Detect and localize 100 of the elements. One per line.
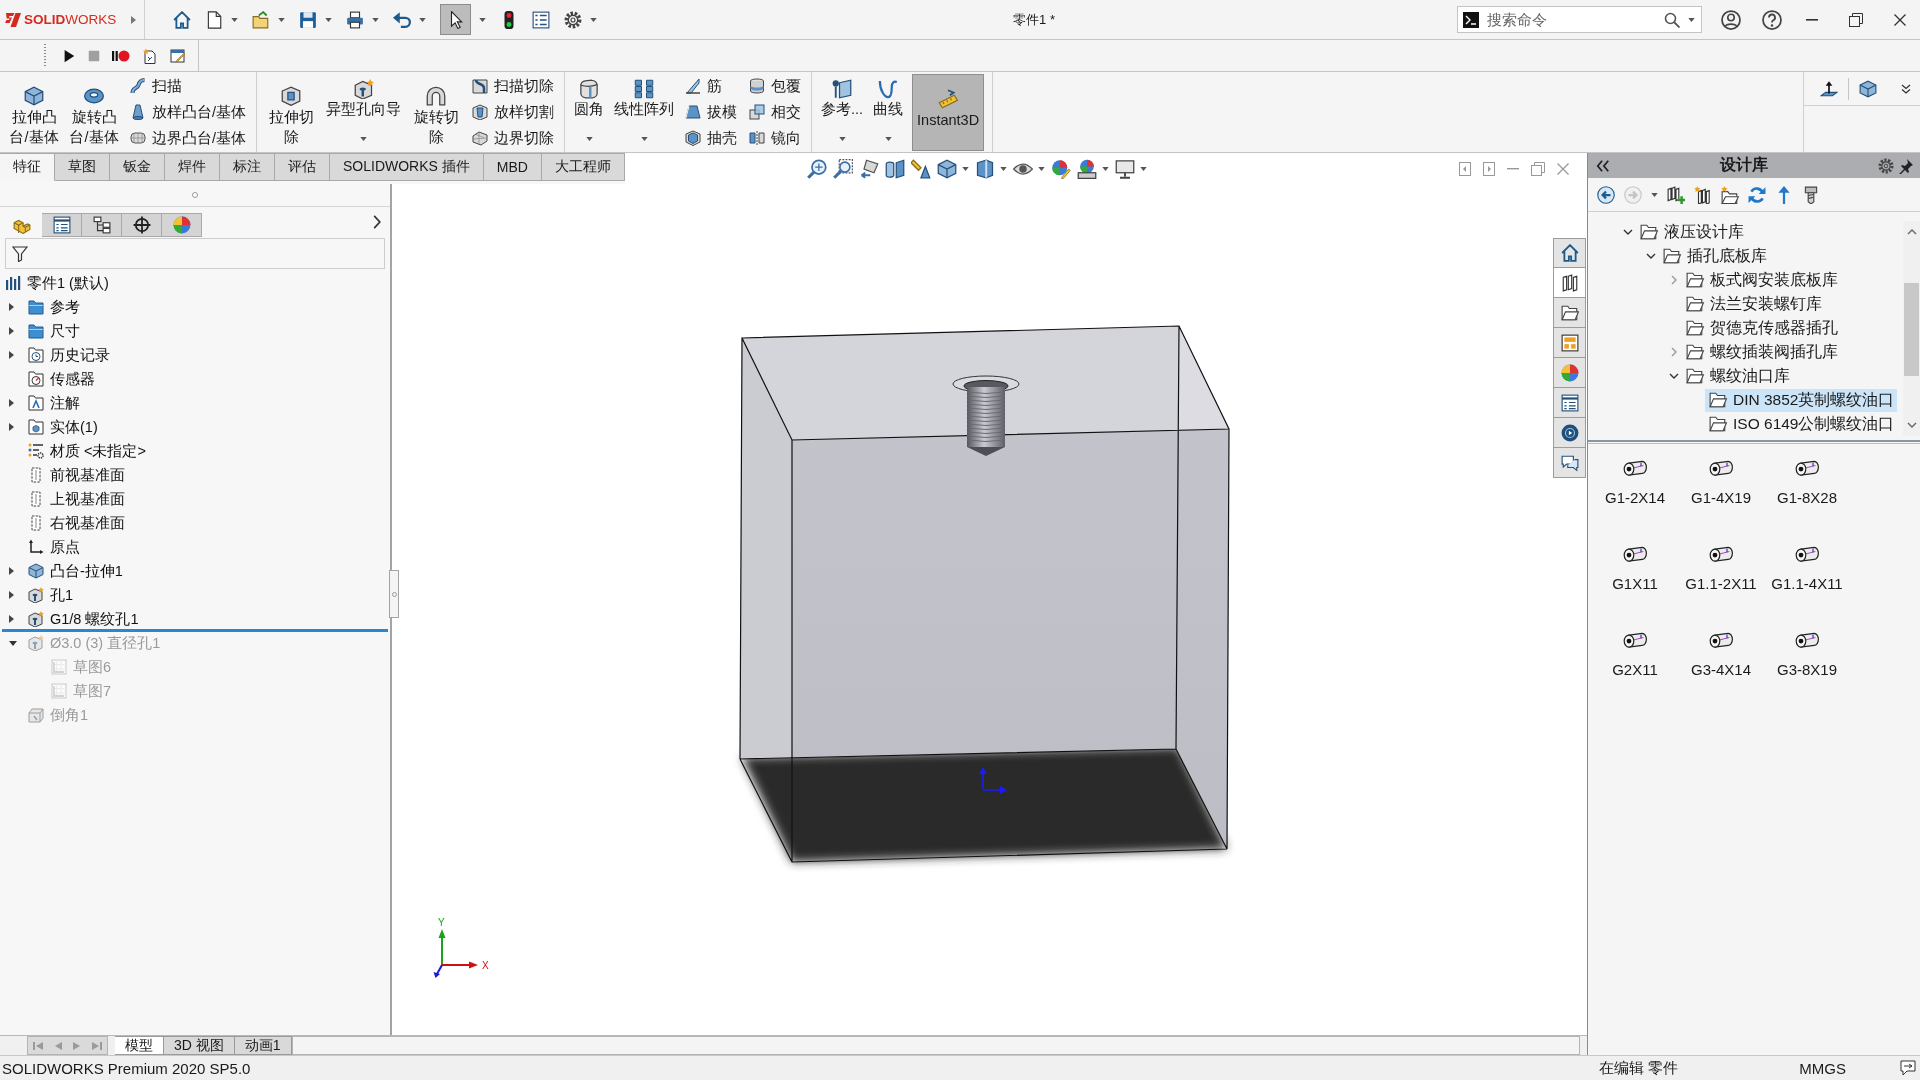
chevron-down-icon[interactable]	[1623, 229, 1633, 235]
magnifier-icon[interactable]	[806, 158, 827, 179]
caret-icon[interactable]	[1688, 17, 1695, 22]
caret-icon[interactable]	[9, 591, 14, 599]
library-item[interactable]: G2X11	[1612, 618, 1658, 678]
tile-right-icon[interactable]	[1483, 161, 1495, 176]
library-item[interactable]: G1.1-4X11	[1771, 532, 1843, 592]
tree-item[interactable]: 凸台-拉伸1	[0, 559, 127, 583]
double-chevron-down-icon[interactable]	[1901, 83, 1911, 94]
user-icon[interactable]	[1721, 9, 1741, 30]
command-button[interactable]: 参考...	[820, 72, 865, 142]
toggle-button[interactable]: Instant3D	[912, 74, 985, 151]
shaded-box-icon[interactable]	[974, 158, 995, 179]
list-icon[interactable]	[532, 10, 550, 29]
caret-icon[interactable]	[325, 17, 332, 22]
view-cube-icon[interactable]	[936, 158, 957, 179]
command-button[interactable]: 边界切除	[470, 125, 557, 151]
tree-item[interactable]: 尺寸	[0, 319, 84, 343]
tree-item[interactable]: 右视基准面	[0, 511, 129, 535]
pointer-button[interactable]	[440, 4, 471, 35]
caret-icon[interactable]	[372, 17, 379, 22]
scrollbar[interactable]	[1903, 221, 1920, 436]
monitor-icon[interactable]	[1114, 158, 1135, 179]
command-button[interactable]: 圆角	[573, 72, 606, 142]
command-tab[interactable]: 焊件	[165, 153, 220, 181]
tree-item[interactable]: 液压设计库	[1636, 220, 1747, 244]
tree-item[interactable]: G1/8 螺纹孔1	[0, 607, 143, 631]
caret-icon[interactable]	[419, 17, 426, 22]
library-item[interactable]: G3-8X19	[1776, 618, 1837, 678]
tree-item[interactable]: 板式阀安装底板库	[1682, 268, 1841, 292]
bolt-icon[interactable]	[1802, 185, 1820, 204]
library-item[interactable]: G1-8X28	[1776, 446, 1837, 506]
tree-item[interactable]: 前视基准面	[0, 463, 129, 487]
caret-icon[interactable]	[1037, 166, 1045, 171]
tree-item[interactable]: 注解	[0, 391, 84, 415]
tree-item[interactable]: 上视基准面	[0, 487, 129, 511]
color-ball-floor-icon[interactable]	[1076, 158, 1097, 179]
cube-icon[interactable]	[1859, 79, 1877, 98]
task-pane-tab[interactable]	[1553, 238, 1586, 268]
units-label[interactable]: MMGS	[1799, 1059, 1846, 1077]
command-button[interactable]: 扫描	[128, 73, 249, 99]
tree-item[interactable]: 贺德克传感器插孔	[1682, 316, 1841, 340]
command-button[interactable]: 旋转切除	[410, 72, 463, 148]
pencil-triangle-icon[interactable]	[910, 158, 931, 179]
command-button[interactable]: 相交	[747, 99, 804, 125]
books-plus-icon[interactable]	[1667, 185, 1685, 204]
command-tab[interactable]: 草图	[55, 153, 110, 181]
command-button[interactable]: 抽壳	[683, 125, 740, 151]
command-button[interactable]: 包覆	[747, 73, 804, 99]
command-tab[interactable]: 大工程师	[541, 153, 625, 181]
library-item[interactable]: G1.1-2X11	[1685, 532, 1757, 592]
split-cylinder-icon[interactable]	[884, 158, 905, 179]
caret-icon[interactable]	[590, 17, 597, 22]
close-icon[interactable]	[1894, 13, 1906, 26]
scroll-thumb[interactable]	[1904, 283, 1919, 376]
command-tab[interactable]: 特征	[0, 153, 55, 181]
help-icon[interactable]	[1762, 9, 1782, 30]
folder-star-icon[interactable]	[1721, 185, 1739, 204]
pin-icon[interactable]	[1898, 157, 1914, 174]
tree-item[interactable]: DIN 3852英制螺纹油口	[1705, 388, 1898, 412]
panel-tab[interactable]	[42, 213, 82, 237]
model-tab[interactable]: 3D 视图	[164, 1036, 235, 1055]
gear-icon[interactable]	[564, 10, 582, 29]
command-tab[interactable]: 评估	[275, 153, 330, 181]
grip-icon[interactable]	[192, 192, 198, 198]
command-button[interactable]: 异型孔向导	[325, 72, 403, 142]
search-icon[interactable]	[1664, 11, 1680, 28]
chevron-down-icon[interactable]	[1906, 422, 1917, 428]
magnifier-box-icon[interactable]	[832, 158, 853, 179]
gear-icon[interactable]	[1878, 157, 1894, 174]
library-item[interactable]: G1-4X19	[1690, 446, 1751, 506]
tree-item[interactable]: 历史记录	[0, 343, 114, 367]
command-button[interactable]: 放样凸台/基体	[128, 99, 249, 125]
command-button[interactable]: 线性阵列	[613, 72, 676, 142]
caret-icon[interactable]	[1101, 166, 1109, 171]
tree-item[interactable]: 插孔底板库	[1659, 244, 1770, 268]
search-bar[interactable]: 搜索命令	[1457, 6, 1702, 33]
caret-icon[interactable]	[1139, 166, 1147, 171]
command-button[interactable]: 拉伸凸台/基体	[8, 72, 60, 148]
double-chevron-left-icon[interactable]	[1596, 158, 1610, 173]
caret-icon[interactable]	[961, 166, 969, 171]
tree-item[interactable]: 参考	[0, 295, 84, 319]
tree-item[interactable]: 螺纹插装阀插孔库	[1682, 340, 1841, 364]
tree-item[interactable]: 原点	[0, 535, 84, 559]
library-item[interactable]: G1X11	[1612, 532, 1658, 592]
refresh-icon[interactable]	[1748, 185, 1766, 204]
tree-item[interactable]: 法兰安装螺钉库	[1682, 292, 1825, 316]
command-button[interactable]: 边界凸台/基体	[128, 125, 249, 151]
pause-record-icon[interactable]	[112, 49, 130, 62]
caret-icon[interactable]	[9, 327, 14, 335]
caret-icon[interactable]	[9, 567, 14, 575]
task-pane-tab[interactable]	[1553, 298, 1586, 328]
document-icon[interactable]	[205, 10, 223, 29]
command-button[interactable]: 筋	[683, 73, 740, 99]
play-icon[interactable]	[62, 48, 76, 63]
caret-icon[interactable]	[9, 615, 14, 623]
books-star-icon[interactable]	[1694, 185, 1712, 204]
caret-icon[interactable]	[278, 17, 285, 22]
model-tab[interactable]: 动画1	[234, 1036, 292, 1055]
command-tab[interactable]: MBD	[483, 153, 542, 181]
